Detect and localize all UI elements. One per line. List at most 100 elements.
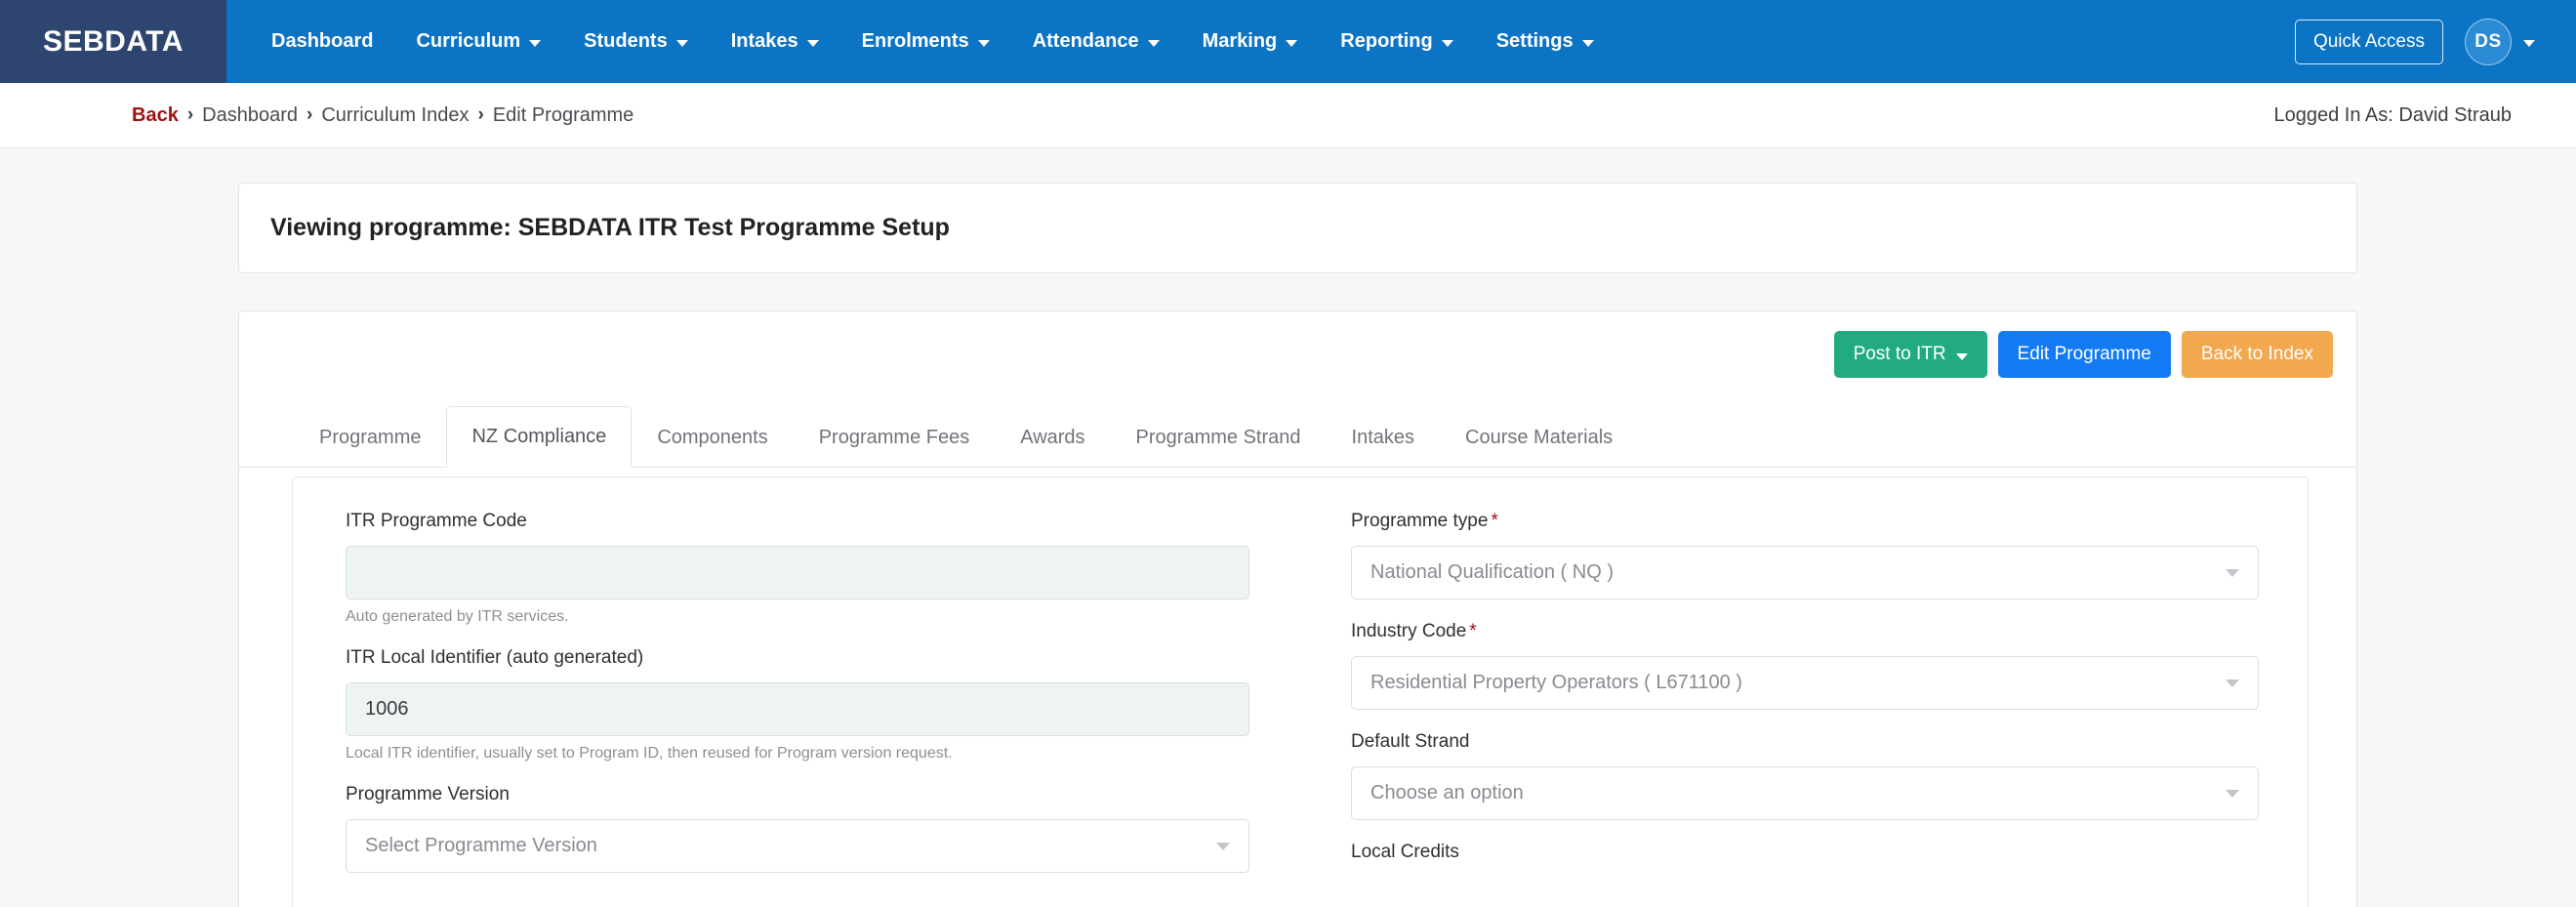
field-programme-version: Programme Version Select Programme Versi… [346, 784, 1249, 873]
required-marker: * [1491, 511, 1498, 531]
avatar: DS [2465, 18, 2512, 65]
local-credits-label: Local Credits [1351, 842, 1459, 862]
chevron-down-icon [1216, 842, 1230, 850]
nav-menu: Dashboard Curriculum Students Intakes En… [226, 0, 2295, 83]
required-marker: * [1469, 621, 1477, 641]
nav-item-label: Dashboard [271, 30, 374, 52]
nav-item-label: Students [584, 30, 668, 52]
chevron-down-icon [529, 40, 542, 47]
programme-version-select[interactable]: Select Programme Version [346, 819, 1249, 873]
nav-item-label: Intakes [730, 30, 798, 52]
field-itr-local-identifier: ITR Local Identifier (auto generated) 10… [346, 647, 1249, 763]
logged-in-as-label: Logged In As: David Straub [2273, 103, 2513, 126]
chevron-down-icon [977, 40, 990, 47]
tabs-card: Programme NZ Compliance Components Progr… [238, 397, 2357, 907]
itr-programme-code-helper: Auto generated by ITR services. [346, 608, 569, 625]
action-toolbar: Post to ITR Edit Programme Back to Index [238, 310, 2357, 397]
chevron-down-icon [2226, 568, 2239, 577]
nav-item-curriculum[interactable]: Curriculum [394, 0, 562, 83]
nav-item-label: Marking [1202, 30, 1278, 52]
tab-intakes[interactable]: Intakes [1327, 407, 1440, 468]
field-itr-programme-code: ITR Programme Code Auto generated by ITR… [346, 511, 1249, 626]
default-strand-value: Choose an option [1370, 782, 1524, 804]
nav-item-reporting[interactable]: Reporting [1319, 0, 1474, 83]
edit-programme-button[interactable]: Edit Programme [1997, 331, 2171, 378]
chevron-down-icon [2226, 679, 2239, 687]
default-strand-select[interactable]: Choose an option [1351, 766, 2259, 820]
nav-item-students[interactable]: Students [562, 0, 710, 83]
industry-code-value: Residential Property Operators ( L671100… [1370, 672, 1742, 693]
nav-item-attendance[interactable]: Attendance [1011, 0, 1181, 83]
nav-item-intakes[interactable]: Intakes [710, 0, 840, 83]
tab-strip: Programme NZ Compliance Components Progr… [239, 397, 2356, 468]
tab-programme-fees[interactable]: Programme Fees [794, 407, 996, 468]
nav-item-dashboard[interactable]: Dashboard [250, 0, 394, 83]
quick-access-button[interactable]: Quick Access [2294, 19, 2443, 64]
nav-item-label: Attendance [1032, 30, 1139, 52]
nav-item-label: Settings [1495, 30, 1574, 52]
chevron-down-icon [1147, 40, 1160, 47]
programme-type-label-text: Programme type [1351, 511, 1489, 531]
breadcrumb-back-link[interactable]: Back [132, 104, 179, 127]
itr-programme-code-label: ITR Programme Code [346, 511, 527, 531]
chevron-down-icon [2523, 40, 2535, 47]
page-title: Viewing programme: SEBDATA ITR Test Prog… [270, 214, 950, 241]
chevron-down-icon [675, 40, 688, 47]
chevron-down-icon [1441, 40, 1453, 47]
back-to-index-button[interactable]: Back to Index [2181, 331, 2333, 378]
programme-type-select[interactable]: National Qualification ( NQ ) [1351, 546, 2259, 599]
breadcrumb-separator-icon: › [306, 104, 313, 125]
tab-programme-strand[interactable]: Programme Strand [1111, 407, 1327, 468]
industry-code-select[interactable]: Residential Property Operators ( L671100… [1351, 656, 2259, 710]
industry-code-label: Industry Code * [1351, 621, 2259, 642]
form-column-right: Programme type * National Qualification (… [1300, 511, 2308, 907]
breadcrumb-item-dashboard[interactable]: Dashboard [202, 104, 298, 127]
programme-type-label: Programme type * [1351, 511, 2259, 532]
programme-version-value: Select Programme Version [365, 835, 597, 856]
post-to-itr-button[interactable]: Post to ITR [1833, 331, 1987, 378]
programme-type-value: National Qualification ( NQ ) [1370, 561, 1614, 583]
itr-local-identifier-input[interactable]: 1006 [346, 682, 1249, 736]
breadcrumb: Back › Dashboard › Curriculum Index › Ed… [132, 104, 2274, 127]
breadcrumb-item-edit-programme: Edit Programme [492, 103, 634, 126]
breadcrumb-item-curriculum-index[interactable]: Curriculum Index [321, 104, 469, 127]
itr-local-identifier-label: ITR Local Identifier (auto generated) [346, 647, 644, 668]
tab-components[interactable]: Components [632, 407, 793, 468]
chevron-down-icon [1581, 40, 1594, 47]
tab-nz-compliance[interactable]: NZ Compliance [446, 406, 633, 468]
nav-item-label: Reporting [1340, 30, 1433, 52]
breadcrumb-separator-icon: › [477, 104, 484, 125]
tab-programme[interactable]: Programme [294, 407, 446, 468]
chevron-down-icon [806, 40, 819, 47]
field-programme-type: Programme type * National Qualification (… [1351, 511, 2259, 599]
tab-course-materials[interactable]: Course Materials [1440, 407, 1638, 468]
industry-code-label-text: Industry Code [1351, 621, 1467, 641]
programme-version-label: Programme Version [346, 784, 510, 804]
navbar-right-group: Quick Access DS [2294, 0, 2576, 83]
itr-local-identifier-helper: Local ITR identifier, usually set to Pro… [346, 745, 953, 762]
page-content: Viewing programme: SEBDATA ITR Test Prog… [0, 148, 2576, 907]
itr-programme-code-input[interactable] [346, 546, 1249, 599]
chevron-down-icon [1286, 40, 1298, 47]
nav-item-marking[interactable]: Marking [1181, 0, 1320, 83]
chevron-down-icon [2226, 789, 2239, 798]
nav-item-label: Curriculum [416, 30, 521, 52]
form-column-left: ITR Programme Code Auto generated by ITR… [293, 511, 1300, 907]
brand-logo[interactable]: SEBDATA [0, 0, 226, 83]
field-default-strand: Default Strand Choose an option [1351, 731, 2259, 820]
brand-label: SEBDATA [42, 24, 184, 58]
field-local-credits: Local Credits [1351, 842, 2259, 863]
top-navbar: SEBDATA Dashboard Curriculum Students In… [0, 0, 2576, 83]
field-industry-code: Industry Code * Residential Property Oper… [1351, 621, 2259, 710]
default-strand-label: Default Strand [1351, 731, 1470, 752]
post-to-itr-label: Post to ITR [1853, 344, 1946, 364]
chevron-down-icon [1955, 352, 1968, 360]
nav-item-enrolments[interactable]: Enrolments [840, 0, 1011, 83]
breadcrumb-separator-icon: › [186, 104, 194, 125]
breadcrumb-bar: Back › Dashboard › Curriculum Index › Ed… [0, 83, 2576, 148]
page-title-card: Viewing programme: SEBDATA ITR Test Prog… [238, 183, 2357, 273]
nav-item-settings[interactable]: Settings [1475, 0, 1615, 83]
tab-awards[interactable]: Awards [995, 407, 1110, 468]
nav-item-label: Enrolments [861, 30, 969, 52]
user-menu[interactable]: DS [2465, 18, 2535, 65]
